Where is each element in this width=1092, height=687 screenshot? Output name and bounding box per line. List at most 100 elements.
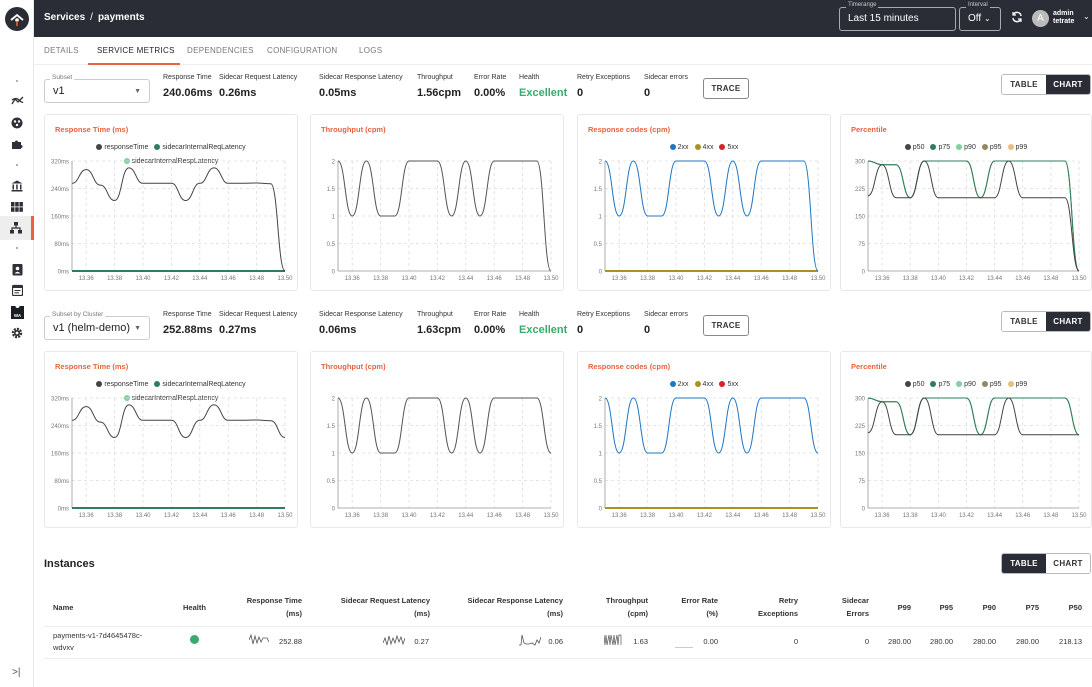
sidebar-divider [16, 164, 18, 166]
y-tick-label: 225 [855, 187, 866, 193]
subset-select[interactable]: Subset v1 ▼ [44, 74, 150, 103]
instances-chart-toggle[interactable]: CHART [1046, 554, 1090, 573]
collapse-sidebar-icon[interactable]: >| [12, 667, 20, 678]
interval-label: Interval [966, 2, 990, 8]
cell-sidecar-response-latency: 0.06 [548, 637, 563, 646]
services-icon[interactable] [0, 113, 34, 133]
trace-button[interactable]: TRACE [703, 315, 749, 336]
x-tick-label: 13.44 [725, 276, 741, 282]
col-p90[interactable]: P90 [960, 601, 996, 614]
x-tick-label: 13.36 [875, 276, 891, 282]
hierarchy-icon[interactable] [0, 216, 34, 240]
col-p50[interactable]: P50 [1040, 601, 1082, 614]
line-chart: 0 75 150 225 300 13.36 13.38 13.40 13.42 13.44 13.… [855, 160, 1087, 283]
timerange-select[interactable]: Timerange Last 15 minutes [839, 2, 956, 31]
x-tick-label: 13.36 [79, 513, 95, 519]
x-tick-label: 13.40 [931, 513, 947, 519]
y-tick-label: 150 [855, 215, 866, 221]
col-throughput[interactable]: Throughput (cpm) [590, 594, 648, 620]
cell-sidecar-request-latency: 0.27 [414, 637, 429, 646]
logo-icon[interactable] [5, 7, 29, 31]
chart-view-button[interactable]: CHART [1046, 75, 1090, 94]
metric-value: 0.05ms [319, 87, 357, 99]
instance-name[interactable]: payments-v1-7d4645478c-wdvxv [53, 630, 142, 654]
refresh-icon[interactable] [1011, 11, 1023, 26]
x-tick-label: 13.44 [458, 513, 474, 519]
x-tick-label: 13.44 [725, 513, 741, 519]
extensions-icon[interactable] [0, 134, 34, 154]
user-badge-icon[interactable] [0, 259, 34, 279]
x-tick-label: 13.44 [987, 513, 1003, 519]
x-tick-label: 13.48 [249, 513, 265, 519]
line-chart: 0 75 150 225 300 13.36 13.38 13.40 13.42 13.44 13.… [855, 397, 1087, 520]
y-tick-label: 2 [332, 397, 336, 403]
breadcrumb-separator: / [90, 12, 93, 23]
metric-label: Throughput [417, 311, 453, 318]
instances-table-toggle[interactable]: TABLE [1002, 554, 1046, 573]
dropdown-caret-icon: ▼ [134, 88, 141, 95]
col-name[interactable]: Name [53, 601, 73, 614]
interval-select[interactable]: Interval Off ⌄ [959, 2, 1001, 31]
cell-response-time: 252.88 [279, 637, 302, 646]
line-chart: 0 0.5 1 1.5 2 13.36 13.38 13.40 13.42 13.44 13.46 1… [594, 160, 827, 283]
metric-value: 252.88ms [163, 324, 213, 336]
cell-p99: 280.00 [888, 637, 911, 646]
metric-label: Sidecar Response Latency [319, 311, 403, 318]
cell-retry-exceptions: 0 [793, 637, 798, 646]
response-time-sparkline [249, 634, 269, 645]
col-response-time[interactable]: Response Time (ms) [230, 594, 302, 620]
x-tick-label: 13.46 [221, 276, 237, 282]
subset-select-value: v1 [53, 85, 65, 97]
col-error-rate[interactable]: Error Rate (%) [670, 594, 718, 620]
col-p95[interactable]: P95 [920, 601, 953, 614]
tab-details[interactable]: DETAILS [44, 46, 79, 55]
user-menu[interactable]: admin tetrate [1053, 10, 1074, 26]
tab-configuration[interactable]: CONFIGURATION [267, 46, 337, 55]
subset-select[interactable]: Subset by Cluster v1 (helm-demo) ▼ [44, 311, 150, 340]
y-tick-label: 0.5 [594, 242, 603, 248]
col-sidecar-request-latency[interactable]: Sidecar Request Latency (ms) [320, 594, 430, 620]
subset-select-label: Subset by Cluster [50, 311, 106, 318]
y-tick-label: 1.5 [327, 187, 336, 193]
series-line-responsetime [71, 404, 286, 439]
user-org: tetrate [1053, 18, 1075, 25]
table-view-button[interactable]: TABLE [1002, 312, 1046, 331]
y-tick-label: 300 [855, 397, 866, 403]
chart-view-button[interactable]: CHART [1046, 312, 1090, 331]
grid-icon[interactable] [0, 197, 34, 217]
x-tick-label: 13.50 [543, 513, 559, 519]
x-tick-label: 13.46 [487, 513, 503, 519]
metric-error-rate: Error Rate 0.00% [474, 311, 506, 336]
col-sidecar-response-latency[interactable]: Sidecar Response Latency (ms) [450, 594, 563, 620]
breadcrumb-services-link[interactable]: Services [44, 12, 85, 23]
x-tick-label: 13.36 [612, 276, 628, 282]
x-tick-label: 13.38 [107, 513, 123, 519]
x-tick-label: 13.40 [401, 513, 417, 519]
settings-icon[interactable] [0, 323, 34, 343]
tab-logs[interactable]: LOGS [359, 46, 382, 55]
metric-throughput: Throughput 1.56cpm [417, 74, 461, 99]
tab-dependencies[interactable]: DEPENDENCIES [187, 46, 254, 55]
col-health[interactable]: Health [183, 601, 206, 614]
calendar-icon[interactable] [0, 280, 34, 300]
avatar[interactable]: A [1032, 10, 1049, 27]
user-menu-chevron-icon[interactable]: ⌄ [1083, 12, 1090, 21]
tab-service-metrics[interactable]: SERVICE METRICS [97, 46, 175, 55]
metric-sidecar-errors: Sidecar errors 0 [644, 311, 688, 336]
metric-error-rate: Error Rate 0.00% [474, 74, 506, 99]
col-p75[interactable]: P75 [1000, 601, 1039, 614]
x-tick-label: 13.48 [515, 513, 531, 519]
x-tick-label: 13.50 [810, 513, 826, 519]
col-sidecar-errors[interactable]: Sidecar Errors [820, 594, 869, 620]
trace-button[interactable]: TRACE [703, 78, 749, 99]
table-view-button[interactable]: TABLE [1002, 75, 1046, 94]
col-retry-exceptions[interactable]: Retry Exceptions [740, 594, 798, 620]
wasm-icon[interactable]: WA [0, 302, 34, 322]
line-chart: 0 0.5 1 1.5 2 13.36 13.38 13.40 13.42 13.44 13.46 1… [594, 397, 827, 520]
metric-label: Response Time [163, 74, 212, 81]
topology-icon[interactable] [0, 91, 34, 111]
metric-response-time: Response Time 240.06ms [163, 74, 213, 99]
institution-icon[interactable] [0, 176, 34, 196]
col-p99[interactable]: P99 [880, 601, 911, 614]
x-tick-label: 13.44 [192, 276, 208, 282]
